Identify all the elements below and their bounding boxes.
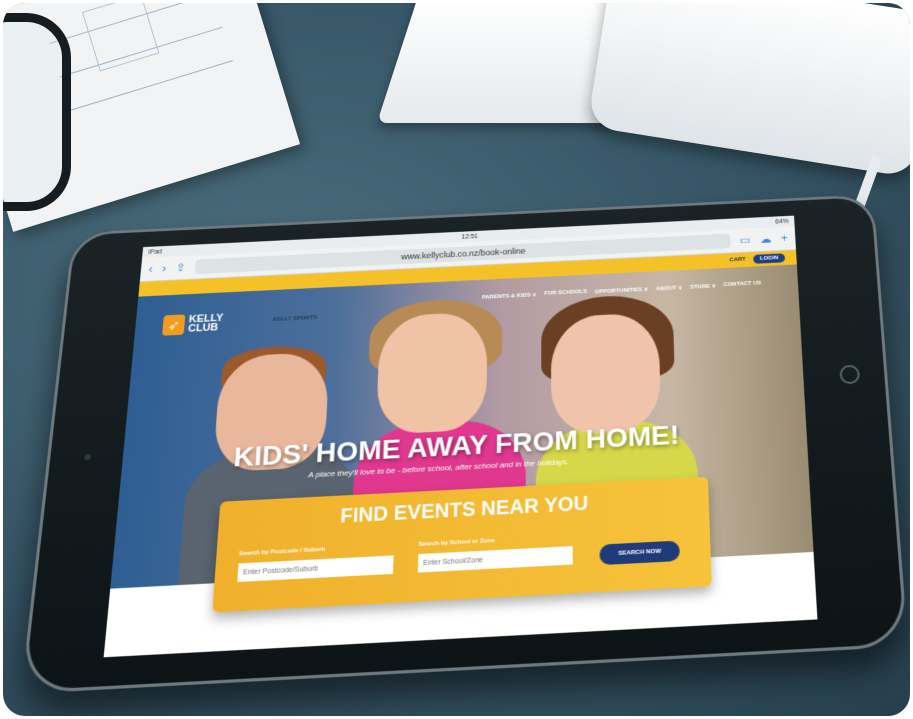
cart-link[interactable]: CART xyxy=(729,257,745,263)
nav-parents-kids[interactable]: PARENTS & KIDS ∨ xyxy=(482,292,537,301)
child-right-face xyxy=(551,312,662,436)
back-icon[interactable]: ‹ xyxy=(148,263,153,276)
nav-contact-us[interactable]: CONTACT US xyxy=(723,281,761,289)
status-battery: 64% xyxy=(775,218,789,225)
nav-for-schools[interactable]: FOR SCHOOLS xyxy=(544,289,587,297)
share-icon[interactable]: ⇪ xyxy=(175,261,186,274)
school-input[interactable] xyxy=(417,546,573,573)
open-book xyxy=(376,3,910,178)
hero-banner: ➶ KELLY CLUB KELLY SPORTS PARENTS & KIDS… xyxy=(110,264,814,613)
nav-opportunities[interactable]: OPPORTUNITIES ∨ xyxy=(595,286,648,295)
home-button[interactable] xyxy=(839,364,861,385)
nav-about[interactable]: ABOUT ∨ xyxy=(656,284,683,292)
bookmarks-icon[interactable]: ▭ xyxy=(739,234,750,247)
school-label: Search by School or Zone xyxy=(418,537,495,548)
ipad-device: iPad 12:51 64% ‹ › ⇪ www.kellyclub.co.nz… xyxy=(20,194,909,694)
cloud-icon[interactable]: ☁ xyxy=(760,233,772,246)
search-now-button[interactable]: SEARCH NOW xyxy=(599,540,681,566)
eyeglasses xyxy=(3,13,71,211)
nav-store[interactable]: STORE ∨ xyxy=(690,283,716,291)
front-camera xyxy=(84,454,91,461)
kelly-club-logo[interactable]: ➶ KELLY CLUB xyxy=(162,312,238,336)
runner-icon: ➶ xyxy=(162,314,186,336)
forward-icon[interactable]: › xyxy=(162,262,167,275)
new-tab-icon[interactable]: + xyxy=(781,232,788,245)
photo-scene: iPad 12:51 64% ‹ › ⇪ www.kellyclub.co.nz… xyxy=(3,3,910,716)
status-carrier: iPad xyxy=(148,248,163,256)
status-time: 12:51 xyxy=(461,233,479,241)
kelly-sports-logo[interactable]: KELLY SPORTS xyxy=(273,315,318,323)
logo-text: KELLY CLUB xyxy=(187,312,224,335)
url-text: www.kellyclub.co.nz/book-online xyxy=(401,246,526,262)
postcode-input[interactable] xyxy=(237,555,394,583)
postcode-label: Search by Postcode / Suburb xyxy=(238,546,326,558)
login-button[interactable]: LOGIN xyxy=(753,253,786,264)
ipad-screen: iPad 12:51 64% ‹ › ⇪ www.kellyclub.co.nz… xyxy=(103,215,818,658)
